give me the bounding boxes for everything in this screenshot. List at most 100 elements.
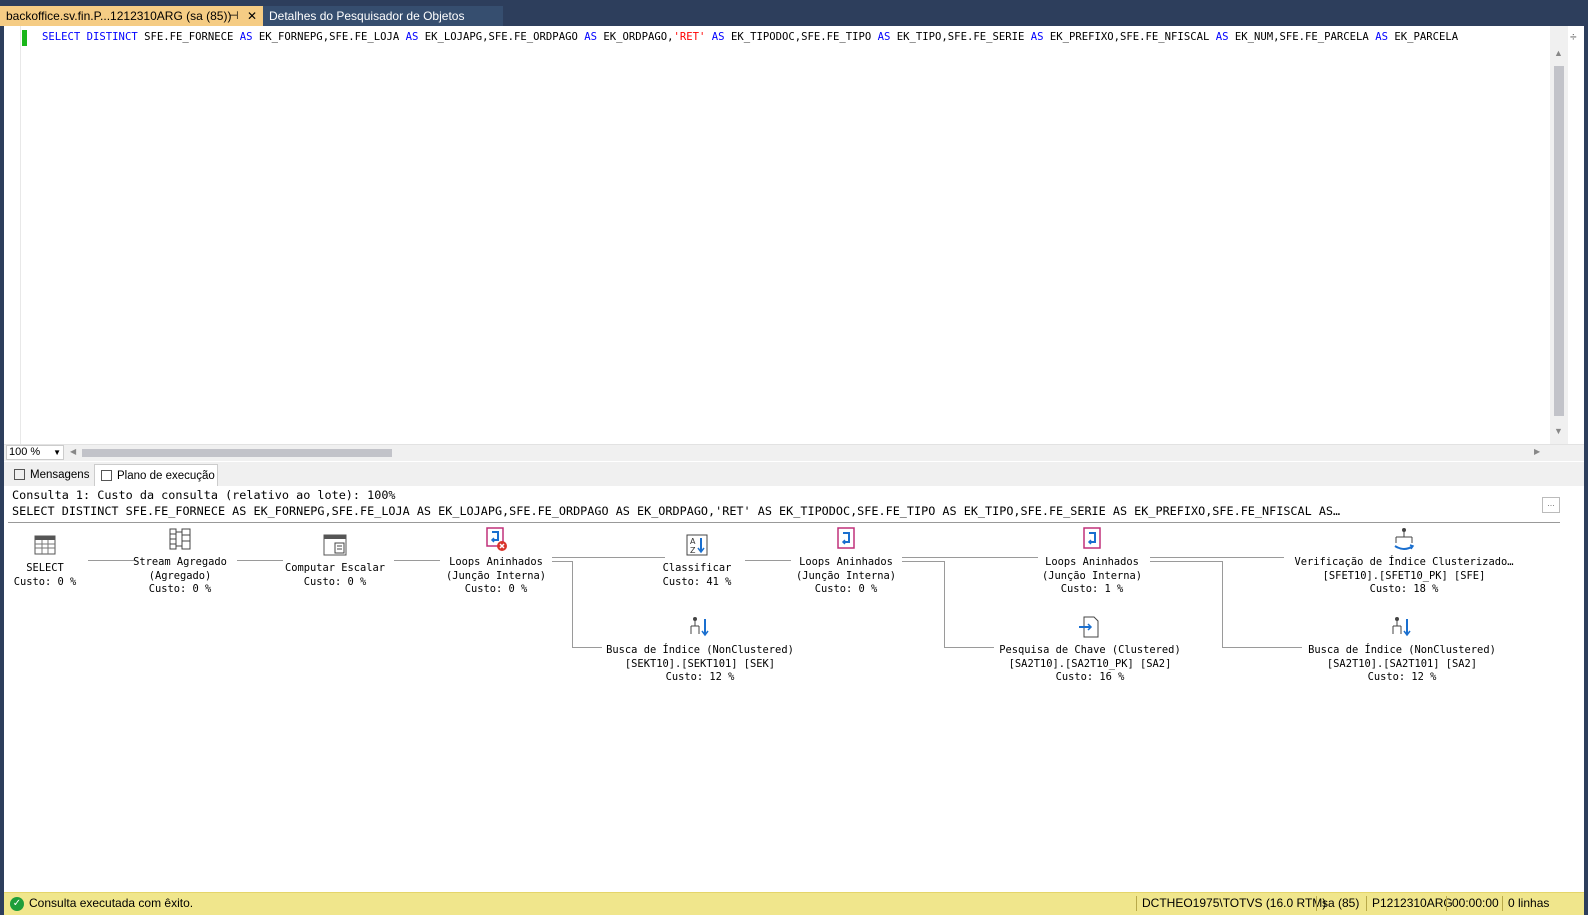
status-server: DCTHEO1975\TOTVS (16.0 RTM) xyxy=(1142,896,1327,910)
sql-token: EK_LOJAPG,SFE.FE_ORDPAGO xyxy=(418,31,585,43)
zoom-value: 100 % xyxy=(9,446,41,458)
document-tab-bar: backoffice.sv.fin.P...1212310ARG (sa (85… xyxy=(0,0,1588,26)
sql-token: EK_ORDPAGO, xyxy=(596,31,674,43)
hscroll-thumb[interactable] xyxy=(82,449,392,457)
plan-node-sort[interactable]: AZ Classificar Custo: 41 % xyxy=(652,532,742,589)
plan-edge xyxy=(237,560,283,561)
nested-loops-icon xyxy=(837,527,855,549)
node-cost: Custo: 18 % xyxy=(1369,583,1439,595)
plan-node-nested-loops-3[interactable]: Loops Aninhados (Junção Interna) Custo: … xyxy=(1036,526,1148,597)
split-icon[interactable]: ÷ xyxy=(1570,30,1577,44)
plan-edge xyxy=(944,647,994,648)
plan-edge xyxy=(1150,561,1222,562)
status-user: sa (85) xyxy=(1322,896,1360,910)
sql-code-line[interactable]: SELECT DISTINCT SFE.FE_FORNECE AS EK_FOR… xyxy=(42,31,1550,43)
sql-keyword: AS xyxy=(1375,31,1388,43)
node-label: Stream Agregado xyxy=(133,556,227,568)
sql-token: EK_TIPODOC,SFE.FE_TIPO xyxy=(724,31,878,43)
node-cost: Custo: 1 % xyxy=(1060,583,1124,595)
node-cost: Custo: 0 % xyxy=(303,575,367,588)
node-subtitle: (Junção Interna) xyxy=(445,569,547,582)
tab-object-explorer-details[interactable]: Detalhes do Pesquisador de Objetos xyxy=(263,6,503,26)
status-divider xyxy=(1446,896,1447,911)
node-cost: Custo: 16 % xyxy=(1055,671,1125,683)
node-object: [SFET10].[SFET10_PK] [SFE] xyxy=(1322,569,1486,582)
node-subtitle: (Agregado) xyxy=(148,569,212,582)
scroll-down-icon[interactable]: ▼ xyxy=(1554,426,1563,436)
plan-node-compute-scalar[interactable]: Computar Escalar Custo: 0 % xyxy=(280,532,390,589)
plan-edge xyxy=(1222,647,1302,648)
node-cost: Custo: 41 % xyxy=(662,575,732,588)
scroll-left-icon[interactable]: ◀ xyxy=(70,447,76,456)
sort-icon: AZ xyxy=(686,534,708,556)
node-object: [SA2T10].[SA2T10_PK] [SA2] xyxy=(1008,657,1172,670)
plan-edge xyxy=(394,560,440,561)
node-object: [SA2T10].[SA2T101] [SA2] xyxy=(1326,657,1478,670)
plan-node-clustered-index-scan[interactable]: Verificação de Índice Clusterizado… [SFE… xyxy=(1286,526,1522,597)
plan-node-key-lookup[interactable]: Pesquisa de Chave (Clustered) [SA2T10].[… xyxy=(994,614,1186,685)
node-cost: Custo: 12 % xyxy=(1367,671,1437,683)
chevron-down-icon: ▼ xyxy=(53,448,61,457)
query-text: SELECT DISTINCT SFE.FE_FORNECE AS EK_FOR… xyxy=(12,504,1341,518)
scrollbar-thumb[interactable] xyxy=(1554,66,1564,416)
node-label: SELECT xyxy=(26,562,64,574)
tab-messages-label: Mensagens xyxy=(30,469,90,481)
pin-icon[interactable]: ⊣ xyxy=(229,6,239,26)
sql-token: EK_PARCELA xyxy=(1387,31,1459,43)
plan-edge xyxy=(944,561,945,647)
clustered-index-scan-icon xyxy=(1394,528,1415,550)
stream-aggregate-icon xyxy=(169,528,191,550)
sql-editor[interactable]: SELECT DISTINCT SFE.FE_FORNECE AS EK_FOR… xyxy=(4,26,1584,444)
status-divider xyxy=(1502,896,1503,911)
status-divider xyxy=(1136,896,1137,911)
tab-execution-plan[interactable]: Plano de execução xyxy=(94,464,218,486)
plan-node-index-seek-sa2[interactable]: Busca de Índice (NonClustered) [SA2T10].… xyxy=(1302,614,1502,685)
tab-query-editor[interactable]: backoffice.sv.fin.P...1212310ARG (sa (85… xyxy=(0,6,263,26)
success-check-icon: ✓ xyxy=(10,896,24,911)
status-divider xyxy=(1366,896,1367,911)
node-subtitle: (Junção Interna) xyxy=(795,569,897,582)
sql-token: EK_NUM,SFE.FE_PARCELA xyxy=(1228,31,1376,43)
status-message-text: Consulta executada com êxito. xyxy=(29,896,194,910)
plan-node-nested-loops-2[interactable]: Loops Aninhados (Junção Interna) Custo: … xyxy=(790,526,902,597)
zoom-select[interactable]: 100 % ▼ xyxy=(6,445,64,460)
plan-edge xyxy=(552,561,572,562)
plan-edge xyxy=(745,560,791,561)
status-message: ✓ Consulta executada com êxito. xyxy=(10,896,193,911)
plan-node-index-seek-sek[interactable]: Busca de Índice (NonClustered) [SEKT10].… xyxy=(602,614,798,685)
node-label: Verificação de Índice Clusterizado… xyxy=(1294,556,1514,568)
messages-icon xyxy=(14,469,25,480)
node-label: Busca de Índice (NonClustered) xyxy=(606,644,794,656)
scroll-right-icon[interactable]: ▶ xyxy=(1534,447,1540,456)
sql-token: SFE.FE_FORNECE xyxy=(137,31,240,43)
plan-node-select[interactable]: SELECT Custo: 0 % xyxy=(10,532,80,589)
node-label: Busca de Índice (NonClustered) xyxy=(1308,644,1496,656)
scroll-up-icon[interactable]: ▲ xyxy=(1554,48,1563,58)
query-cost-header: Consulta 1: Custo da consulta (relativo … xyxy=(12,488,396,502)
plan-node-nested-loops-1[interactable]: Loops Aninhados (Junção Interna) Custo: … xyxy=(440,526,552,597)
sql-keyword: AS xyxy=(711,31,725,43)
node-label: Loops Aninhados xyxy=(799,556,893,568)
compute-scalar-icon xyxy=(323,534,347,556)
tab-messages[interactable]: Mensagens xyxy=(8,464,94,486)
sql-keyword: AS xyxy=(405,31,419,43)
node-cost: Custo: 0 % xyxy=(814,583,878,595)
plan-edge xyxy=(1150,557,1284,558)
sql-keyword: AS xyxy=(877,31,891,43)
node-label: Computar Escalar xyxy=(284,562,386,574)
sql-token: EK_PREFIXO,SFE.FE_NFISCAL xyxy=(1043,31,1216,43)
plan-edge xyxy=(552,557,665,558)
node-subtitle: (Junção Interna) xyxy=(1041,569,1143,582)
close-icon[interactable]: ✕ xyxy=(247,6,257,26)
expand-query-button[interactable]: ... xyxy=(1542,497,1560,513)
plan-edge xyxy=(1222,561,1223,647)
sql-keyword: AS xyxy=(239,31,253,43)
node-label: Pesquisa de Chave (Clustered) xyxy=(999,644,1181,656)
index-seek-icon xyxy=(1392,617,1411,637)
editor-vertical-scrollbar[interactable]: ▲ ▼ xyxy=(1550,26,1568,444)
tab-label: backoffice.sv.fin.P...1212310ARG (sa (85… xyxy=(6,9,232,23)
node-cost: Custo: 0 % xyxy=(464,583,528,595)
query-window: SELECT DISTINCT SFE.FE_FORNECE AS EK_FOR… xyxy=(4,26,1584,915)
plan-node-stream-aggregate[interactable]: Stream Agregado (Agregado) Custo: 0 % xyxy=(128,526,232,597)
execution-plan-canvas[interactable]: Consulta 1: Custo da consulta (relativo … xyxy=(4,486,1584,862)
